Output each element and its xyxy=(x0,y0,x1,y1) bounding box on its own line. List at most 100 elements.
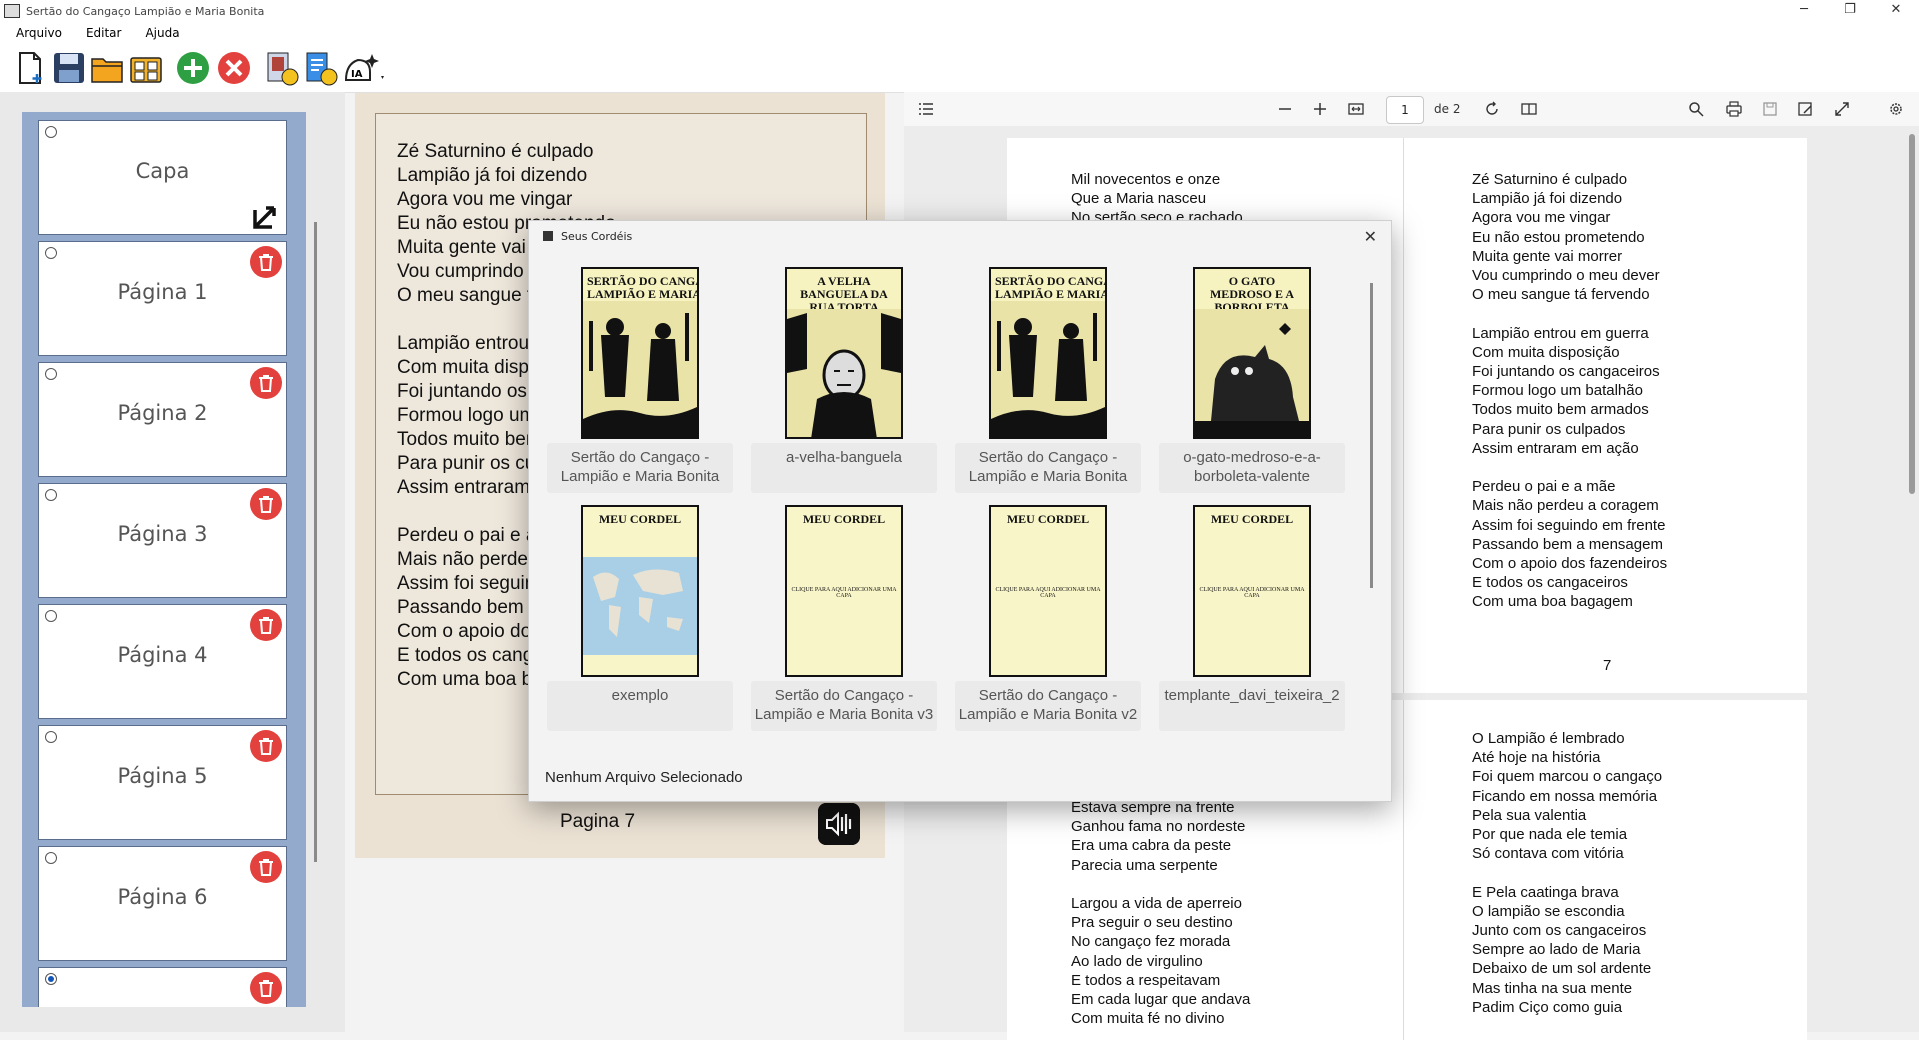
ai-assist-icon[interactable]: IA xyxy=(342,50,388,86)
save-icon[interactable] xyxy=(51,50,87,86)
cordel-item[interactable]: SERTÃO DO CANGAÇO LAMPIÃO E MARIA BONITA… xyxy=(547,259,733,495)
export-doc-icon[interactable] xyxy=(303,50,339,86)
menu-editar[interactable]: Editar xyxy=(78,26,130,40)
pdf-scrollbar[interactable] xyxy=(1909,134,1915,494)
page-radio[interactable] xyxy=(45,610,57,622)
fit-width-icon[interactable] xyxy=(1348,101,1364,117)
close-dialog-icon[interactable]: ✕ xyxy=(1364,227,1377,246)
audio-icon[interactable] xyxy=(818,803,860,845)
cordel-item[interactable]: O GATO MEDROSO E A BORBOLETA VALENTE o-g… xyxy=(1159,259,1345,495)
fullscreen-icon[interactable] xyxy=(1834,101,1850,117)
trash-icon xyxy=(259,859,273,876)
zoom-out-icon[interactable] xyxy=(1277,101,1293,117)
page-radio[interactable] xyxy=(45,489,57,501)
page-radio[interactable] xyxy=(45,247,57,259)
page-card[interactable]: Página 5 xyxy=(38,725,287,840)
delete-page-button[interactable] xyxy=(250,367,282,399)
menu-arquivo[interactable]: Arquivo xyxy=(8,26,70,40)
cordel-item[interactable]: MEU CORDEL exemplo xyxy=(547,497,733,733)
maximize-button[interactable]: ❐ xyxy=(1827,0,1873,22)
close-window-button[interactable]: ✕ xyxy=(1873,0,1919,22)
minimize-button[interactable]: ─ xyxy=(1781,0,1827,22)
page-number-input[interactable]: 1 xyxy=(1386,96,1424,124)
outline-icon[interactable] xyxy=(918,101,934,117)
page-card-label: Capa xyxy=(135,159,190,183)
main-toolbar: IA xyxy=(0,44,1919,93)
page-card-selected[interactable] xyxy=(38,967,287,1007)
trash-icon xyxy=(259,375,273,392)
page-card[interactable]: Página 4 xyxy=(38,604,287,719)
import-cover-icon[interactable] xyxy=(250,198,284,232)
open-folder-icon[interactable] xyxy=(89,50,125,86)
add-cover-hint[interactable]: CLIQUE PARA AQUI ADICIONAR UMA CAPA xyxy=(1199,587,1305,599)
trash-icon xyxy=(259,617,273,634)
dialog-scrollbar[interactable] xyxy=(1370,283,1373,588)
search-icon[interactable] xyxy=(1688,101,1704,117)
cordel-item[interactable]: MEU CORDEL CLIQUE PARA AQUI ADICIONAR UM… xyxy=(955,497,1141,733)
pdf-page-left-column: Estava sempre na frente Ganhou fama no n… xyxy=(1071,799,1251,1028)
page-radio[interactable] xyxy=(45,126,57,138)
remove-page-icon[interactable] xyxy=(216,50,252,86)
delete-page-button[interactable] xyxy=(250,609,282,641)
cordel-item[interactable]: MEU CORDEL CLIQUE PARA AQUI ADICIONAR UM… xyxy=(1159,497,1345,733)
page-card[interactable]: Página 3 xyxy=(38,483,287,598)
pdf-toolbar: 1 de 2 xyxy=(904,92,1919,126)
cover-woodcut-image xyxy=(1195,309,1309,437)
delete-page-button[interactable] xyxy=(250,246,282,278)
page-radio[interactable] xyxy=(45,731,57,743)
page-card[interactable]: Página 2 xyxy=(38,362,287,477)
window-title: Sertão do Cangaço Lampião e Maria Bonita xyxy=(26,4,265,18)
page-card[interactable]: Página 6 xyxy=(38,846,287,961)
delete-page-button[interactable] xyxy=(250,972,282,1004)
page-radio-selected[interactable] xyxy=(45,973,57,985)
cordel-cover: MEU CORDEL xyxy=(581,505,699,677)
trash-icon xyxy=(259,496,273,513)
delete-page-button[interactable] xyxy=(250,488,282,520)
page-count: de 2 xyxy=(1434,102,1461,116)
add-cover-hint[interactable]: CLIQUE PARA AQUI ADICIONAR UMA CAPA xyxy=(995,587,1101,599)
library-icon[interactable] xyxy=(128,50,164,86)
page-list: Capa Página 1 Página 2 Página 3 Página 4 xyxy=(22,112,306,1007)
sidebar-scrollbar[interactable] xyxy=(314,222,317,862)
pdf-page-right-column: Zé Saturnino é culpado Lampião já foi di… xyxy=(1472,171,1668,611)
export-pdf-icon[interactable] xyxy=(264,50,300,86)
cordel-cover: SERTÃO DO CANGAÇO LAMPIÃO E MARIA BONITA xyxy=(581,267,699,439)
cover-world-map-image xyxy=(583,557,697,655)
page-label: Pagina 7 xyxy=(560,811,636,832)
add-page-icon[interactable] xyxy=(175,50,211,86)
page-radio[interactable] xyxy=(45,368,57,380)
cordel-item[interactable]: MEU CORDEL CLIQUE PARA AQUI ADICIONAR UM… xyxy=(751,497,937,733)
delete-page-button[interactable] xyxy=(250,730,282,762)
page-card-capa[interactable]: Capa xyxy=(38,120,287,235)
page-card-label: Página 3 xyxy=(117,522,208,546)
delete-page-button[interactable] xyxy=(250,851,282,883)
cordel-item[interactable]: SERTÃO DO CANGAÇO LAMPIÃO E MARIA BONITA… xyxy=(955,259,1141,495)
dialog-icon xyxy=(543,231,553,241)
add-cover-hint[interactable]: CLIQUE PARA AQUI ADICIONAR UMA CAPA xyxy=(791,587,897,599)
new-document-icon[interactable] xyxy=(12,50,48,86)
svg-text:IA: IA xyxy=(351,69,363,80)
page-radio[interactable] xyxy=(45,852,57,864)
settings-icon[interactable] xyxy=(1888,101,1904,117)
pdf-page-right-column: O Lampião é lembrado Até hoje na históri… xyxy=(1472,730,1663,1016)
trash-icon xyxy=(259,254,273,271)
cordel-label: o-gato-medroso-e-a-borboleta-valente xyxy=(1159,443,1345,493)
rotate-icon[interactable] xyxy=(1484,101,1500,117)
trash-icon xyxy=(259,738,273,755)
print-icon[interactable] xyxy=(1726,101,1742,117)
cordel-item[interactable]: A VELHA BANGUELA DA RUA TORTA a-velha-ba… xyxy=(751,259,937,495)
cordel-label: templante_davi_teixeira_2 xyxy=(1159,681,1345,731)
save-as-icon[interactable] xyxy=(1797,101,1813,117)
page-view-icon[interactable] xyxy=(1521,101,1537,117)
cordel-label: Sertão do Cangaço - Lampião e Maria Boni… xyxy=(955,681,1141,731)
pdf-page-number: 7 xyxy=(1603,657,1612,674)
trash-icon xyxy=(259,980,273,997)
page-card[interactable]: Página 1 xyxy=(38,241,287,356)
save-pdf-icon[interactable] xyxy=(1762,101,1778,117)
zoom-in-icon[interactable] xyxy=(1312,101,1328,117)
cordel-cover: MEU CORDEL CLIQUE PARA AQUI ADICIONAR UM… xyxy=(989,505,1107,677)
cordel-cover: O GATO MEDROSO E A BORBOLETA VALENTE xyxy=(1193,267,1311,439)
cordel-label: Sertão do Cangaço - Lampião e Maria Boni… xyxy=(955,443,1141,493)
menu-ajuda[interactable]: Ajuda xyxy=(137,26,187,40)
selection-status: Nenhum Arquivo Selecionado xyxy=(545,769,743,786)
